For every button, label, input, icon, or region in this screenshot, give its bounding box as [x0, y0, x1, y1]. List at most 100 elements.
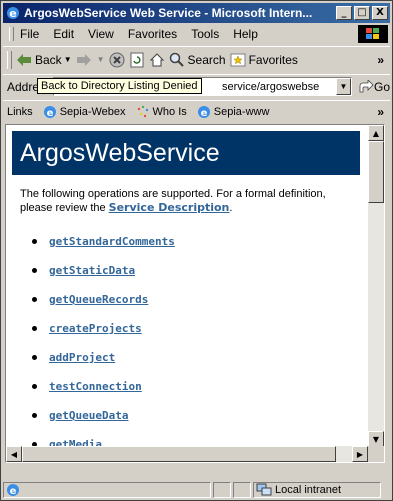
favorites-star-icon — [230, 53, 246, 66]
operation-link[interactable]: getStandardComments — [49, 235, 175, 248]
close-button[interactable]: X — [372, 6, 388, 20]
bullet — [32, 384, 37, 389]
link-sepia-www[interactable]: e Sepia-www — [197, 105, 270, 119]
back-button[interactable]: Back ▼ — [16, 53, 72, 67]
favorites-button[interactable]: Favorites — [230, 52, 298, 68]
link-label: Sepia-Webex — [59, 105, 126, 118]
bullet — [32, 413, 37, 418]
status-security-pane — [233, 482, 251, 498]
search-label: Search — [187, 52, 226, 67]
horizontal-scrollbar[interactable]: ◀ ▶ — [6, 446, 368, 462]
window-title: ArgosWebService Web Service - Microsoft … — [24, 6, 313, 20]
menu-edit[interactable]: Edit — [53, 27, 74, 41]
address-tooltip: Back to Directory Listing Denied — [37, 78, 202, 94]
menu-view[interactable]: View — [88, 27, 114, 41]
link-sepia-webex[interactable]: e Sepia-Webex — [43, 105, 126, 119]
back-dropdown-icon[interactable]: ▼ — [64, 55, 72, 64]
local-intranet-icon — [256, 483, 272, 496]
operation-link[interactable]: createProjects — [49, 322, 142, 335]
toolbar-chevron[interactable]: » — [377, 53, 384, 67]
link-label: Who Is — [152, 105, 187, 118]
page-title: ArgosWebService — [12, 131, 360, 175]
operations-list: getStandardComments getStaticData getQue… — [12, 215, 360, 459]
links-chevron[interactable]: » — [377, 105, 384, 119]
stop-button[interactable] — [109, 52, 125, 68]
title-bar[interactable]: e ArgosWebService Web Service - Microsof… — [3, 3, 390, 23]
scroll-right-icon[interactable]: ▶ — [352, 446, 368, 462]
bullet — [32, 355, 37, 360]
link-who-is[interactable]: Who Is — [136, 105, 187, 119]
menu-bar: File Edit View Favorites Tools Help — [3, 24, 390, 44]
vertical-scroll-thumb[interactable] — [368, 141, 384, 203]
scroll-left-icon[interactable]: ◀ — [6, 446, 22, 462]
status-zone-pane: Local intranet — [253, 482, 381, 498]
search-icon — [169, 52, 184, 67]
status-main-pane: e — [3, 482, 211, 498]
bullet — [32, 326, 37, 331]
vertical-scrollbar[interactable]: ▲ ▼ — [368, 125, 384, 447]
zone-label: Local intranet — [275, 484, 342, 496]
list-item: getQueueRecords — [12, 285, 360, 314]
menubar-grip[interactable] — [9, 27, 14, 41]
status-bar: e Local intranet — [3, 465, 390, 498]
svg-text:e: e — [200, 108, 207, 119]
browser-window: e ArgosWebService Web Service - Microsof… — [0, 0, 393, 501]
menu-file[interactable]: File — [20, 27, 39, 41]
ie-page-icon: e — [197, 105, 210, 119]
windows-logo-icon — [358, 25, 388, 43]
svg-text:e: e — [9, 7, 16, 20]
page-body: ArgosWebService The following operations… — [12, 131, 360, 459]
ie-icon: e — [7, 7, 19, 20]
list-item: getQueueData — [12, 401, 360, 430]
operation-link[interactable]: getQueueRecords — [49, 293, 148, 306]
horizontal-scroll-thumb[interactable] — [22, 446, 336, 462]
service-description-link[interactable]: Service Description — [109, 201, 230, 214]
ie-page-icon: e — [7, 484, 19, 497]
search-button[interactable]: Search — [169, 52, 226, 68]
forward-arrow-icon — [76, 53, 91, 66]
go-label: Go — [373, 79, 390, 94]
scroll-down-icon[interactable]: ▼ — [368, 431, 384, 447]
back-label: Back — [35, 52, 62, 67]
toolbar-grip[interactable] — [7, 50, 12, 69]
menu-help[interactable]: Help — [233, 27, 258, 41]
operation-link[interactable]: getStaticData — [49, 264, 135, 277]
page-viewport[interactable]: ArgosWebService The following operations… — [5, 124, 385, 463]
refresh-icon — [130, 52, 144, 67]
svg-text:e: e — [10, 486, 17, 497]
status-progress-pane — [213, 482, 231, 498]
address-dropdown-icon[interactable]: ▼ — [335, 78, 351, 95]
links-label: Links — [7, 105, 33, 118]
home-button[interactable] — [149, 52, 165, 68]
operation-link[interactable]: addProject — [49, 351, 115, 364]
list-item: createProjects — [12, 314, 360, 343]
go-arrow-icon — [359, 79, 374, 92]
bullet — [32, 268, 37, 273]
ie-page-icon: e — [43, 105, 56, 119]
menu-tools[interactable]: Tools — [191, 27, 219, 41]
forward-dropdown-icon[interactable]: ▼ — [97, 55, 105, 64]
stop-icon — [109, 52, 125, 67]
bullet — [32, 239, 37, 244]
bullet — [32, 297, 37, 302]
operation-link[interactable]: getQueueData — [49, 409, 128, 422]
minimize-button[interactable]: _ — [336, 6, 352, 20]
intro-period: . — [229, 202, 233, 214]
svg-text:e: e — [46, 108, 53, 119]
refresh-button[interactable] — [129, 52, 145, 68]
maximize-button[interactable]: □ — [354, 6, 370, 20]
standard-toolbar: Back ▼ ▼ Search Favorites » — [3, 46, 390, 72]
go-button[interactable]: Go — [358, 79, 390, 94]
list-item: testConnection — [12, 372, 360, 401]
menu-favorites[interactable]: Favorites — [128, 27, 177, 41]
operation-link[interactable]: testConnection — [49, 380, 142, 393]
scrollbar-corner — [368, 446, 384, 462]
link-label: Sepia-www — [213, 105, 270, 118]
back-arrow-icon — [17, 53, 31, 66]
list-item: getStaticData — [12, 256, 360, 285]
forward-button[interactable]: ▼ — [76, 53, 105, 67]
scroll-up-icon[interactable]: ▲ — [368, 125, 384, 141]
favorites-label: Favorites — [248, 52, 298, 67]
links-bar: Links e Sepia-Webex Who Is e Sepia-www » — [3, 100, 390, 122]
home-icon — [149, 52, 164, 66]
